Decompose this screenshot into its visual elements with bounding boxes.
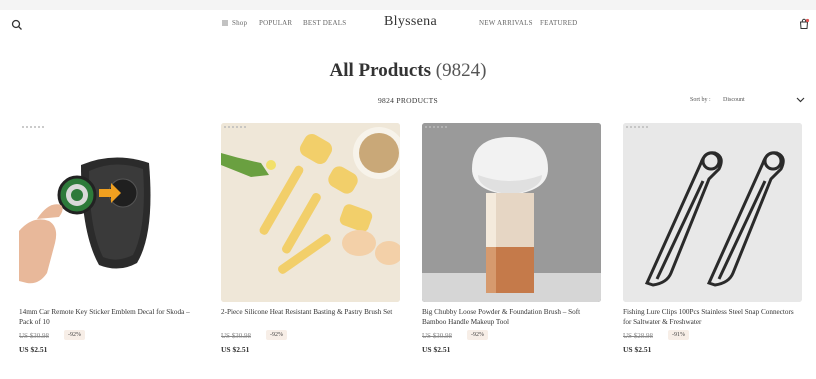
makeup-brush-image: [422, 123, 601, 302]
fishing-clip-image: [623, 123, 802, 302]
product-old-price: US $30.98: [422, 332, 452, 340]
product-name[interactable]: 2-Piece Silicone Heat Resistant Basting …: [221, 307, 400, 317]
product-card[interactable]: Fishing Lure Clips 100Pcs Stainless Stee…: [623, 123, 802, 354]
nav-best-deals[interactable]: BEST DEALS: [303, 19, 346, 27]
product-price: US $2.51: [623, 345, 652, 354]
brand-logo[interactable]: Blyssena: [384, 14, 437, 30]
listing-toolbar: 9824 PRODUCTS Sort by : Discount: [0, 96, 816, 108]
basting-brush-image: [221, 123, 400, 302]
nav-new-arrivals[interactable]: NEW ARRIVALS: [479, 19, 533, 27]
product-card[interactable]: 2-Piece Silicone Heat Resistant Basting …: [221, 123, 400, 354]
product-name[interactable]: Fishing Lure Clips 100Pcs Stainless Stee…: [623, 307, 802, 327]
product-count: 9824 PRODUCTS: [378, 96, 438, 105]
chevron-down-icon[interactable]: [796, 96, 805, 104]
discount-badge: -92%: [467, 330, 488, 340]
image-pagination-dots: [626, 126, 648, 128]
product-image[interactable]: [623, 123, 802, 302]
product-image[interactable]: [221, 123, 400, 302]
sort-select[interactable]: Discount: [723, 97, 745, 103]
product-name[interactable]: 14mm Car Remote Key Sticker Emblem Decal…: [19, 307, 198, 327]
top-nav: Shop POPULAR BEST DEALS Blyssena NEW ARR…: [0, 10, 816, 40]
nav-featured[interactable]: FEATURED: [540, 19, 577, 27]
product-old-price: US $30.98: [221, 332, 251, 340]
product-old-price: US $30.98: [19, 332, 49, 340]
discount-badge: -92%: [266, 330, 287, 340]
page-title: All Products (9824): [0, 60, 816, 82]
image-pagination-dots: [425, 126, 447, 128]
product-card[interactable]: Big Chubby Loose Powder & Foundation Bru…: [422, 123, 601, 354]
sort-label: Sort by :: [690, 97, 711, 103]
search-icon[interactable]: [11, 19, 23, 31]
product-price: US $2.51: [221, 345, 250, 354]
car-key-image: [19, 123, 198, 302]
nav-popular[interactable]: POPULAR: [259, 19, 292, 27]
product-image[interactable]: [422, 123, 601, 302]
top-strip: [0, 0, 816, 10]
discount-badge: -91%: [668, 330, 689, 340]
product-price: US $2.51: [19, 345, 48, 354]
image-pagination-dots: [22, 126, 44, 128]
nav-shop-label: Shop: [232, 19, 248, 27]
image-pagination-dots: [224, 126, 246, 128]
discount-badge: -92%: [64, 330, 85, 340]
nav-shop[interactable]: Shop: [222, 19, 247, 27]
product-name[interactable]: Big Chubby Loose Powder & Foundation Bru…: [422, 307, 601, 327]
product-old-price: US $28.98: [623, 332, 653, 340]
page-count: (9824): [435, 60, 487, 81]
hamburger-icon: [222, 20, 228, 26]
cart-icon[interactable]: [798, 18, 810, 30]
product-price: US $2.51: [422, 345, 451, 354]
product-card[interactable]: 14mm Car Remote Key Sticker Emblem Decal…: [19, 123, 198, 354]
product-image[interactable]: [19, 123, 198, 302]
page-heading: All Products: [329, 60, 432, 81]
